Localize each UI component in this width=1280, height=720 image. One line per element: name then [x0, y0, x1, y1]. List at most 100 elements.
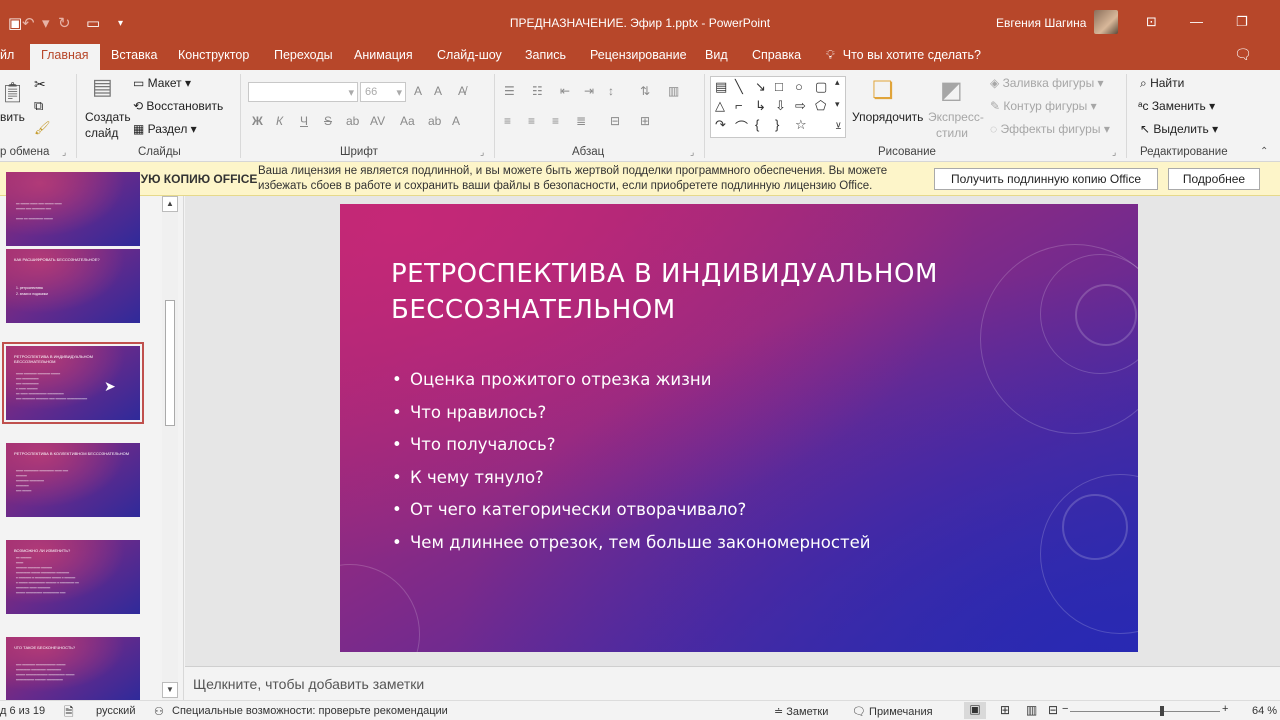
- notes-pane[interactable]: Щелкните, чтобы добавить заметки: [185, 666, 1280, 700]
- learn-more-button[interactable]: Подробнее: [1168, 168, 1260, 190]
- tab-slideshow[interactable]: Слайд-шоу: [437, 48, 502, 62]
- zoom-slider-knob[interactable]: [1160, 706, 1164, 716]
- line-shape-icon[interactable]: ╲: [735, 79, 743, 95]
- connector-shape-icon[interactable]: ⌐: [735, 98, 743, 113]
- align-left-icon[interactable]: ≡: [504, 114, 511, 128]
- new-slide-button[interactable]: Создать: [85, 110, 131, 124]
- tab-review[interactable]: Рецензирование: [590, 48, 687, 62]
- shapes-more-icon[interactable]: ⊻: [835, 121, 842, 132]
- user-name[interactable]: Евгения Шагина: [996, 16, 1086, 30]
- quick-styles-icon[interactable]: ◩: [940, 76, 963, 105]
- justify-icon[interactable]: ≣: [576, 114, 586, 128]
- normal-view-icon[interactable]: ▣: [964, 702, 986, 719]
- change-case-icon[interactable]: Aa: [400, 114, 415, 128]
- notes-toggle-button[interactable]: ≐ Заметки: [774, 705, 828, 718]
- columns-icon[interactable]: ▥: [668, 84, 679, 98]
- increase-font-icon[interactable]: A: [414, 84, 422, 98]
- slide-title[interactable]: РЕТРОСПЕКТИВА В ИНДИВИДУАЛЬНОМ БЕССОЗНАТ…: [391, 256, 951, 328]
- oval-shape-icon[interactable]: ○: [795, 79, 803, 94]
- get-genuine-office-button[interactable]: Получить подлинную копию Office: [934, 168, 1158, 190]
- align-center-icon[interactable]: ≡: [528, 114, 535, 128]
- accessibility-status[interactable]: Специальные возможности: проверьте реком…: [172, 705, 448, 717]
- textbox-shape-icon[interactable]: ▤: [715, 79, 727, 95]
- star-shape-icon[interactable]: ☆: [795, 117, 807, 133]
- tab-design[interactable]: Конструктор: [178, 48, 249, 62]
- slide-thumbnail-selected[interactable]: РЕТРОСПЕКТИВА В ИНДИВИДУАЛЬНОМ БЕССОЗНАТ…: [2, 342, 144, 424]
- tab-help[interactable]: Справка: [752, 48, 801, 62]
- tab-view[interactable]: Вид: [705, 48, 728, 62]
- zoom-level[interactable]: 64 %: [1252, 705, 1277, 717]
- text-direction-icon[interactable]: ⇅: [640, 84, 650, 98]
- bold-button[interactable]: Ж: [252, 114, 263, 128]
- convert-smartart-icon[interactable]: ⊞: [640, 114, 650, 128]
- paste-icon[interactable]: 📋︎: [0, 80, 25, 105]
- clipboard-launcher-icon[interactable]: ⌟: [62, 147, 66, 158]
- text-shadow-icon[interactable]: ab: [346, 114, 359, 128]
- restore-icon[interactable]: ❐: [1236, 14, 1248, 30]
- slide-sorter-view-icon[interactable]: ⊞: [1000, 703, 1010, 717]
- brace-right-shape-icon[interactable]: }: [775, 117, 779, 132]
- drawing-launcher-icon[interactable]: ⌟: [1112, 147, 1116, 158]
- zoom-out-icon[interactable]: −: [1062, 703, 1068, 715]
- curve-shape-icon[interactable]: ↷: [715, 117, 726, 133]
- comments-toggle-button[interactable]: 🗨︎ Примечания: [852, 705, 933, 718]
- highlight-icon[interactable]: ab: [428, 114, 441, 128]
- font-launcher-icon[interactable]: ⌟: [480, 147, 484, 158]
- decrease-font-icon[interactable]: A: [434, 84, 442, 98]
- thumbnails-scrollbar[interactable]: ▲ ▼: [162, 196, 178, 700]
- spell-check-icon[interactable]: 🗎︎: [64, 703, 74, 720]
- slide-thumbnail[interactable]: КАК РАСШИФРОВАТЬ БЕССОЗНАТЕЛЬНОЕ? 1. рет…: [6, 249, 140, 323]
- pentagon-shape-icon[interactable]: ⬠: [815, 98, 826, 114]
- bullets-icon[interactable]: ☰: [504, 84, 515, 98]
- arrange-button[interactable]: Упорядочить: [852, 110, 923, 124]
- slide-thumbnail[interactable]: РЕТРОСПЕКТИВА В КОЛЛЕКТИВНОМ БЕССОЗНАТЕЛ…: [6, 443, 140, 517]
- arrow-line-shape-icon[interactable]: ↘: [755, 79, 766, 95]
- accessibility-icon[interactable]: ⚇: [154, 705, 164, 718]
- strikethrough-button[interactable]: S: [324, 114, 332, 128]
- zoom-in-icon[interactable]: +: [1222, 703, 1228, 715]
- triangle-shape-icon[interactable]: △: [715, 98, 725, 114]
- shapes-gallery[interactable]: ▤ ╲ ↘ □ ○ ▢ △ ⌐ ↳ ⇩ ⇨ ⬠ ↷ ⌒ { } ☆ ▴ ▾ ⊻: [710, 76, 846, 138]
- shapes-scroll-down-icon[interactable]: ▾: [835, 99, 840, 110]
- elbow-connector-shape-icon[interactable]: ↳: [755, 98, 766, 114]
- copy-icon[interactable]: ⧉: [34, 98, 43, 114]
- shape-fill-button[interactable]: ◈ Заливка фигуры ▾: [990, 76, 1104, 90]
- scrollbar-thumb[interactable]: [165, 300, 175, 426]
- language-indicator[interactable]: русский: [96, 705, 135, 717]
- cut-icon[interactable]: ✂: [34, 76, 46, 93]
- tab-transitions[interactable]: Переходы: [274, 48, 333, 62]
- paragraph-launcher-icon[interactable]: ⌟: [690, 147, 694, 158]
- minimize-icon[interactable]: —: [1190, 14, 1203, 29]
- find-button[interactable]: ⌕ Найти: [1140, 76, 1184, 91]
- layout-button[interactable]: ▭ Макет ▾: [133, 76, 191, 90]
- slide-bullet-list[interactable]: Оценка прожитого отрезка жизни Что нрави…: [392, 370, 870, 565]
- line-spacing-icon[interactable]: ↕: [608, 84, 614, 98]
- section-button[interactable]: ▦ Раздел ▾: [133, 122, 197, 136]
- tab-home[interactable]: Главная: [30, 44, 100, 72]
- collapse-ribbon-icon[interactable]: ⌃: [1260, 146, 1268, 157]
- slide-thumbnail[interactable]: ━━ ━━━━━ ━━━━ ━━━ ━━━━━ ━━━━ ━━━━━ ━━━ ━━…: [6, 172, 140, 246]
- arrow-right-shape-icon[interactable]: ⇨: [795, 98, 806, 114]
- font-color-icon[interactable]: A: [452, 114, 460, 128]
- numbering-icon[interactable]: ☷: [532, 84, 543, 98]
- align-right-icon[interactable]: ≡: [552, 114, 559, 128]
- notes-placeholder[interactable]: Щелкните, чтобы добавить заметки: [193, 676, 424, 692]
- reset-button[interactable]: ⟲ Восстановить: [133, 99, 223, 113]
- rounded-rect-shape-icon[interactable]: ▢: [815, 79, 827, 95]
- font-size-combo[interactable]: 66 ▾: [360, 82, 406, 102]
- decrease-indent-icon[interactable]: ⇤: [560, 84, 570, 98]
- select-button[interactable]: ↖ Выделить ▾: [1140, 122, 1218, 136]
- underline-button[interactable]: Ч: [300, 114, 308, 128]
- current-slide[interactable]: РЕТРОСПЕКТИВА В ИНДИВИДУАЛЬНОМ БЕССОЗНАТ…: [340, 204, 1138, 652]
- avatar[interactable]: [1094, 10, 1118, 34]
- arc-shape-icon[interactable]: ⌒: [735, 117, 748, 136]
- slideshow-view-icon[interactable]: ⊟: [1048, 703, 1058, 717]
- shape-effects-button[interactable]: ◌ Эффекты фигуры ▾: [990, 122, 1110, 136]
- clear-formatting-icon[interactable]: A̸: [458, 84, 466, 98]
- tab-insert[interactable]: Вставка: [111, 48, 157, 62]
- paste-button[interactable]: вить: [0, 110, 25, 124]
- ribbon-display-options-icon[interactable]: ⊡: [1146, 14, 1157, 30]
- quick-styles-button[interactable]: Экспресс-: [928, 110, 984, 124]
- tell-me-search[interactable]: 💡︎ Что вы хотите сделать?: [826, 48, 981, 63]
- zoom-slider[interactable]: [1070, 711, 1220, 712]
